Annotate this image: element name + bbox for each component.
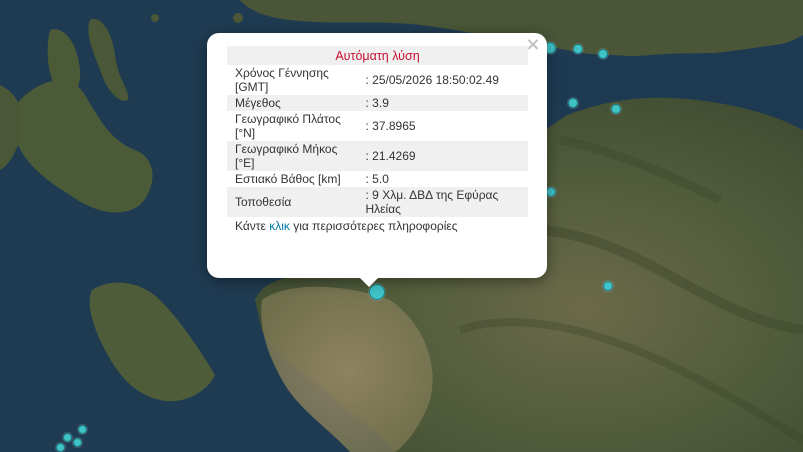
table-row: Μέγεθος : 3.9 (227, 95, 528, 111)
table-row: Γεωγραφικό Μήκος [°E] : 21.4269 (227, 141, 528, 171)
magnitude-value: : 3.9 (362, 95, 528, 111)
popup-tip (358, 276, 380, 287)
latitude-value: : 37.8965 (365, 119, 416, 133)
solution-type-header: Αυτόματη λύση (227, 46, 528, 65)
earthquake-marker[interactable] (73, 438, 82, 447)
earthquake-marker[interactable] (546, 187, 556, 197)
close-icon[interactable]: × (524, 36, 542, 54)
earthquake-marker[interactable] (598, 49, 608, 59)
table-row: Τοποθεσία : 9 Χλμ. ΔΒΔ της Εφύρας Ηλείας (227, 187, 528, 217)
latitude-label: Γεωγραφικό Πλάτος [°N] (235, 112, 341, 140)
longitude-label: Γεωγραφικό Μήκος [°E] (227, 141, 363, 171)
earthquake-marker[interactable] (573, 44, 583, 54)
islet (151, 14, 159, 22)
magnitude-label: Μέγεθος (227, 95, 363, 111)
earthquake-marker[interactable] (603, 281, 613, 291)
table-row: Γεωγραφικό Πλάτος [°N] : 37.8965 (227, 111, 528, 141)
location-label: Τοποθεσία (227, 187, 363, 217)
earthquake-marker[interactable] (56, 443, 65, 452)
depth-value: : 5.0 (365, 172, 389, 186)
earthquake-marker[interactable] (63, 433, 72, 442)
location-value: : 9 Χλμ. ΔΒΔ της Εφύρας Ηλείας (362, 187, 528, 217)
footer-text-after: για περισσότερες πληροφορίες (289, 219, 458, 233)
origin-time-label: Χρόνος Γέννησης [GMT] (235, 66, 329, 94)
footer-text-before: Κάντε (235, 219, 270, 233)
depth-label: Εστιακό Βάθος [km] (235, 172, 341, 186)
origin-time-value: : 25/05/2026 18:50:02.49 (365, 73, 499, 87)
earthquake-marker[interactable] (78, 425, 87, 434)
more-info-footer: Κάντε κλικ για περισσότερες πληροφορίες (227, 219, 528, 233)
longitude-value: : 21.4269 (362, 141, 528, 171)
earthquake-details-table: Αυτόματη λύση Χρόνος Γέννησης [GMT] : 25… (227, 46, 528, 217)
more-info-link[interactable]: κλικ (269, 219, 290, 233)
table-row: Χρόνος Γέννησης [GMT] : 25/05/2026 18:50… (227, 65, 528, 95)
popup-header-row: Αυτόματη λύση (227, 46, 528, 65)
earthquake-marker[interactable] (611, 104, 621, 114)
earthquake-marker[interactable] (568, 98, 578, 108)
table-row: Εστιακό Βάθος [km] : 5.0 (227, 171, 528, 187)
islet (233, 13, 243, 23)
earthquake-info-popup: × Αυτόματη λύση Χρόνος Γέννησης [GMT] : … (207, 33, 547, 278)
